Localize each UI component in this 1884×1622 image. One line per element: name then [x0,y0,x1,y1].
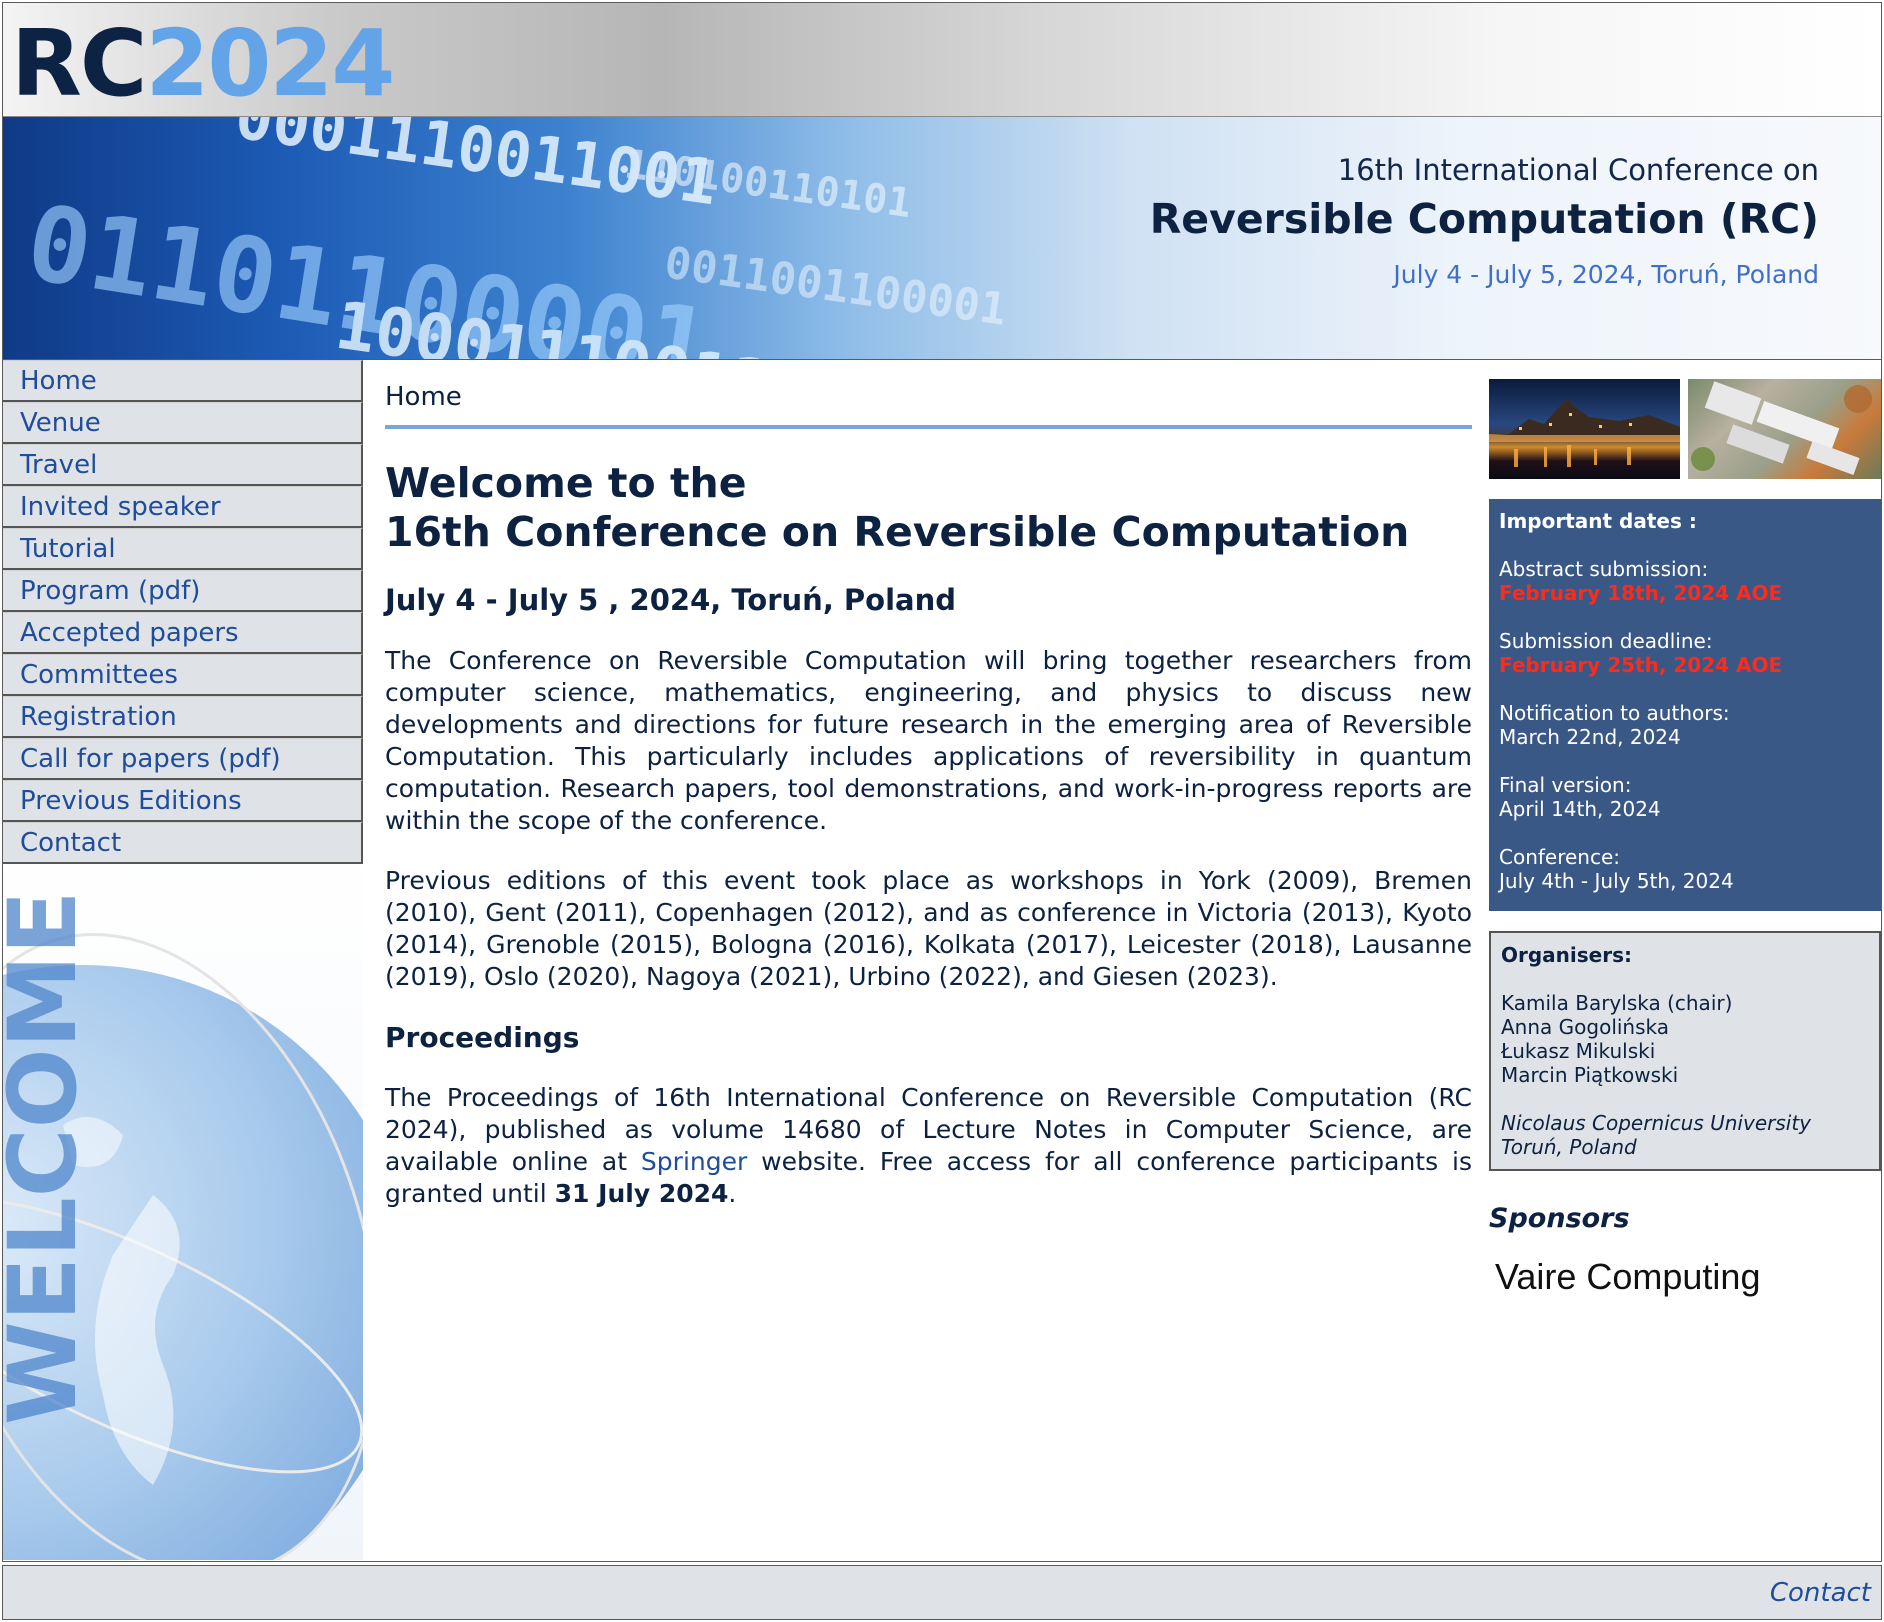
date-value: February 25th, 2024 AOE [1499,653,1783,677]
nav-item-previous-editions[interactable]: Previous Editions [3,780,363,822]
proceedings-paragraph: The Proceedings of 16th International Co… [385,1082,1472,1210]
breadcrumb: Home [385,382,1472,429]
date-value: February 18th, 2024 AOE [1499,581,1783,605]
affiliation-line1: Nicolaus Copernicus University [1501,1111,1812,1135]
previous-editions-paragraph: Previous editions of this event took pla… [385,866,1472,991]
date-submission-deadline: Submission deadline: February 25th, 2024… [1499,629,1871,677]
date-conference: Conference: July 4th - July 5th, 2024 [1499,845,1871,893]
logo-prefix: RC [11,10,147,117]
date-value: March 22nd, 2024 [1499,725,1681,749]
nav-item-program[interactable]: Program (pdf) [3,570,363,612]
organiser-name: Anna Gogolińska [1501,1015,1670,1039]
nav-item-accepted-papers[interactable]: Accepted papers [3,612,363,654]
date-notification: Notification to authors: March 22nd, 202… [1499,701,1871,749]
important-dates-heading: Important dates : [1499,509,1697,533]
left-sidebar: Home Venue Travel Invited speaker Tutori… [3,360,363,1560]
page-title-line2: 16th Conference on Reversible Computatio… [385,508,1410,556]
page-frame: RC2024 0001110011001 01101100001 1000111… [2,2,1882,1562]
date-abstract-submission: Abstract submission: February 18th, 2024… [1499,557,1871,605]
date-value: April 14th, 2024 [1499,797,1661,821]
organiser-name: Marcin Piątkowski [1501,1063,1679,1087]
footer-bar: Contact [2,1565,1882,1620]
svg-text:110100110101: 110100110101 [622,141,915,227]
binary-digits-graphic: 0001110011001 01101100001 10001110011 11… [19,117,1010,359]
welcome-globe-graphic: WELCOME [3,891,363,1560]
organiser-affiliation: Nicolaus Copernicus University Toruń, Po… [1501,1111,1869,1159]
date-value: July 4th - July 5th, 2024 [1499,869,1734,893]
main-navigation: Home Venue Travel Invited speaker Tutori… [3,360,363,864]
date-label: Final version: [1499,773,1632,797]
date-label: Submission deadline: [1499,629,1713,653]
banner-title: Reversible Computation (RC) [1149,195,1819,243]
nav-item-registration[interactable]: Registration [3,696,363,738]
venue-photos [1489,379,1881,479]
logo-year: 2024 [145,10,395,117]
organisers-box: Organisers: Kamila Barylska (chair) Anna… [1489,931,1881,1171]
torun-night-photo [1489,379,1680,479]
organiser-name: Łukasz Mikulski [1501,1039,1656,1063]
nav-item-home[interactable]: Home [3,360,363,402]
nav-item-travel[interactable]: Travel [3,444,363,486]
date-label: Notification to authors: [1499,701,1730,725]
nav-item-committees[interactable]: Committees [3,654,363,696]
banner-subtitle: 16th International Conference on [1337,153,1819,187]
springer-link[interactable]: Springer [641,1147,747,1176]
date-label: Conference: [1499,845,1621,869]
nav-item-contact[interactable]: Contact [3,822,363,864]
page-title: Welcome to the 16th Conference on Revers… [385,459,1472,557]
welcome-watermark: WELCOME [3,891,98,1425]
organisers-heading: Organisers: [1501,943,1633,967]
free-access-date: 31 July 2024 [554,1179,729,1208]
page-title-line1: Welcome to the [385,459,747,507]
proceedings-heading: Proceedings [385,1021,580,1054]
university-aerial-photo [1688,379,1881,479]
proceedings-text-3: . [728,1179,737,1208]
main-content: Home Welcome to the 16th Conference on R… [385,360,1472,1210]
organiser-name: Kamila Barylska (chair) [1501,991,1733,1015]
sponsors-heading: Sponsors [1489,1203,1630,1234]
site-logo[interactable]: RC2024 [11,9,395,119]
intro-paragraph: The Conference on Reversible Computation… [385,646,1472,835]
svg-text:0011001100001: 0011001100001 [661,237,1009,335]
banner-dates: July 4 - July 5, 2024, Toruń, Poland [1393,260,1819,289]
nav-item-venue[interactable]: Venue [3,402,363,444]
sponsor-logo-vaire[interactable]: Vaire Computing [1495,1256,1881,1298]
nav-item-invited-speaker[interactable]: Invited speaker [3,486,363,528]
date-final-version: Final version: April 14th, 2024 [1499,773,1871,821]
date-label: Abstract submission: [1499,557,1709,581]
top-bar: RC2024 [3,3,1881,117]
right-sidebar: Important dates : Abstract submission: F… [1489,360,1881,1298]
important-dates-box: Important dates : Abstract submission: F… [1489,499,1881,911]
footer-contact-link[interactable]: Contact [1770,1578,1871,1608]
nav-item-tutorial[interactable]: Tutorial [3,528,363,570]
conference-dates: July 4 - July 5 , 2024, Toruń, Poland [385,583,957,617]
header-banner: 0001110011001 01101100001 10001110011 11… [3,117,1881,360]
affiliation-line2: Toruń, Poland [1501,1135,1637,1159]
nav-item-call-for-papers[interactable]: Call for papers (pdf) [3,738,363,780]
